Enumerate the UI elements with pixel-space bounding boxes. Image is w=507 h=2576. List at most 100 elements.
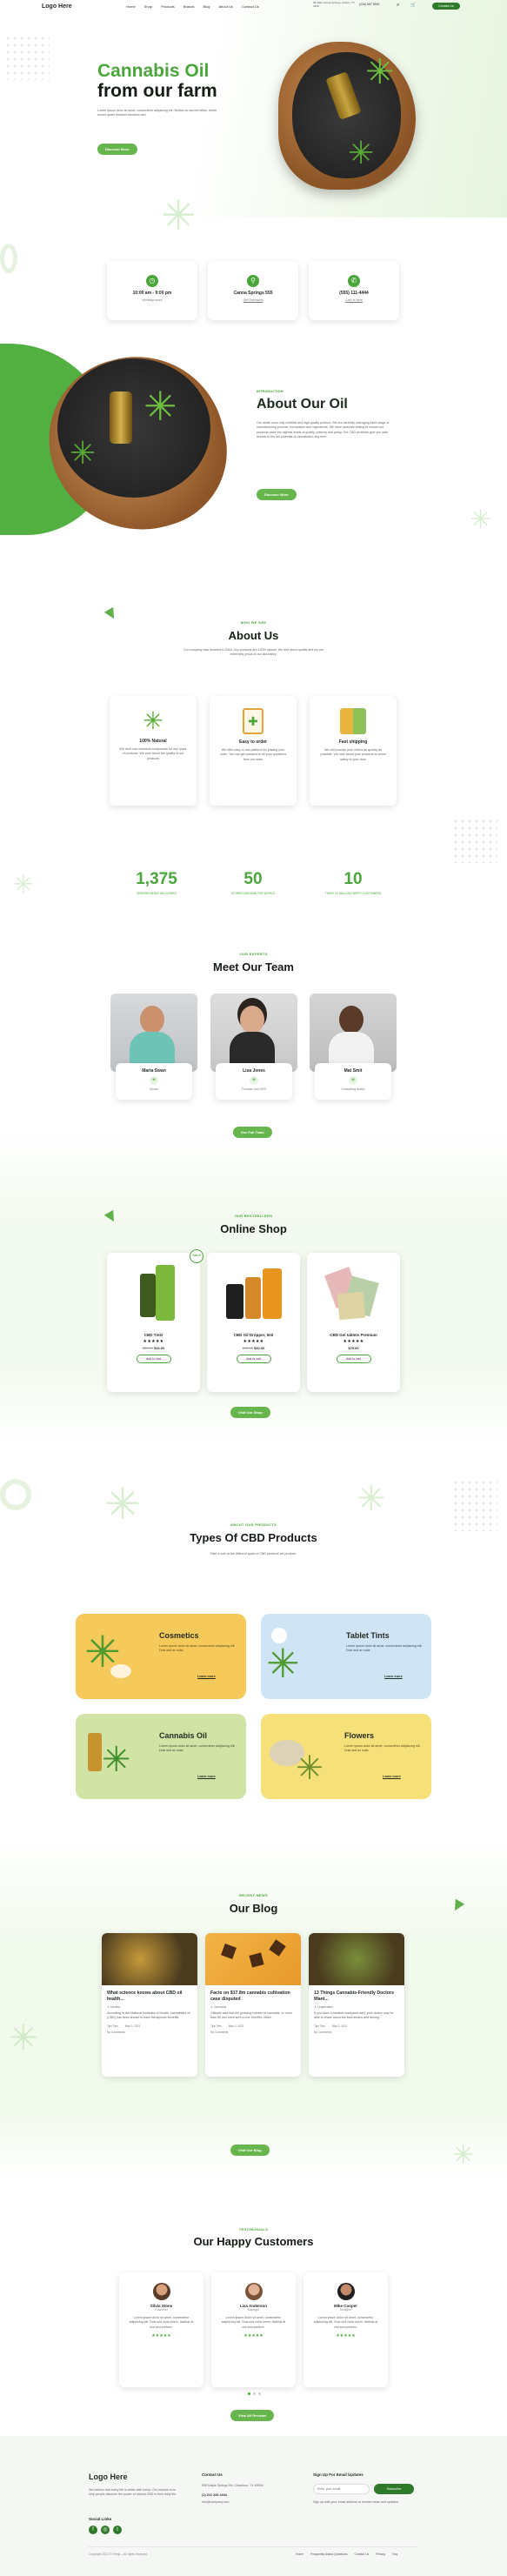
feature-natural-text: We don't use chemical compounds for any … [119, 747, 187, 760]
learn-more-link[interactable]: Learn more [197, 1775, 216, 1778]
product-price: $20.00 $16.00 [142, 1346, 165, 1350]
blog-meta: Tips Tars May 3, 2021 [107, 2024, 141, 2029]
stat-customers: 10 TIMES 10 MILLION HAPPY CUSTOMERS [310, 870, 397, 895]
stat-customers-number: 10 [344, 870, 363, 888]
blog-post-title[interactable]: 13 Things Cannabis-Friendly Doctors Want… [314, 1991, 399, 2003]
main-nav: Home Shop Products Brands Blog About Us … [126, 4, 259, 9]
product-card[interactable]: CBD Gel tablets Premium ★★★★★ $79.00 Add… [307, 1253, 400, 1392]
twitter-icon[interactable]: t [113, 2526, 122, 2534]
blog-post-card[interactable]: 13 Things Cannabis-Friendly Doctors Want… [309, 1933, 404, 2077]
nav-products[interactable]: Products [161, 4, 175, 9]
footer-link-faq[interactable]: Faq [392, 2553, 397, 2556]
nav-contact[interactable]: Contact Us [242, 4, 259, 9]
type-card-tablet-tints[interactable]: ✳ Tablet Tints Lorem ipsum dolor sit ame… [261, 1614, 431, 1699]
subscribe-button[interactable]: Subscribe [374, 2484, 414, 2494]
email-field[interactable] [313, 2484, 370, 2494]
get-directions-link[interactable]: Get Directions [208, 298, 298, 302]
location-pin-icon: ⚲ [247, 275, 259, 287]
cannabis-leaf-icon: ✳ [102, 1741, 131, 1779]
product-name: CBD Gel tablets Premium [330, 1333, 377, 1337]
avatar [244, 2283, 263, 2300]
hero-discover-button[interactable]: Discover More [97, 144, 137, 155]
leaf-decoration-icon: ✳ [9, 2019, 38, 2057]
see-full-team-button[interactable]: See Full Team [233, 1127, 272, 1138]
facebook-icon[interactable]: f [89, 2526, 97, 2534]
footer-link-contact[interactable]: Contact Us [354, 2553, 369, 2556]
blog-comments[interactable]: No Comments [107, 2031, 192, 2034]
intro-plate [57, 358, 210, 498]
footer-links: Home Frequently Asked Questions Contact … [296, 2553, 397, 2556]
blog-post-card[interactable]: What science knows about CBD oil health.… [102, 1933, 197, 2077]
search-icon[interactable]: ⌕ [397, 3, 399, 9]
intro-discover-button[interactable]: Discover More [257, 489, 297, 500]
info-card-location: ⚲ Canna Springs 555 Get Directions [208, 261, 298, 320]
nav-blog[interactable]: Blog [203, 4, 210, 9]
info-card-phone: ✆ (555) 111-4444 Call Us Now [309, 261, 399, 320]
rating-stars: ★★★★★ [243, 2333, 264, 2339]
carousel-dot[interactable] [248, 2392, 250, 2395]
product-card[interactable]: CBD Oil Dropper, 5ml ★★★★★ $42.00 $40.00… [207, 1253, 300, 1392]
type-card-flowers[interactable]: ✳ Flowers Lorem ipsum dolor sit amet, co… [261, 1714, 431, 1799]
blog-post-title[interactable]: What science knows about CBD oil health.… [107, 1991, 192, 2003]
header-contact-button[interactable]: Contact Us [432, 3, 460, 10]
footer-logo[interactable]: Logo Here [89, 2472, 128, 2481]
footer-link-privacy[interactable]: Privacy [376, 2553, 385, 2556]
cannabis-leaf-icon: ✳ [348, 135, 375, 171]
learn-more-link[interactable]: Learn more [197, 1675, 216, 1678]
dots-decoration [4, 35, 50, 80]
leaf-decoration-icon: ✳ [470, 505, 492, 534]
nav-brands[interactable]: Brands [183, 4, 195, 9]
hero-title-dark: from our farm [97, 81, 217, 101]
visit-blog-button[interactable]: Visit Our Blog [230, 2144, 270, 2156]
stat-orders: 1,375 ORDERS BEING DELIVERED [117, 870, 196, 895]
footer-signup-title: Sign Up For Email Updates [313, 2472, 364, 2477]
nav-home[interactable]: Home [126, 4, 136, 9]
nav-about[interactable]: About Us [219, 4, 233, 9]
carousel-dot[interactable] [258, 2392, 261, 2395]
add-to-cart-button[interactable]: Add to cart [136, 1355, 171, 1363]
team-name: Lisa Jones [243, 1068, 265, 1074]
social-links: f ◎ t [89, 2526, 122, 2534]
triangle-decoration [103, 606, 119, 622]
leaf-icon: ✳ [250, 1076, 258, 1085]
blog-excerpt: If you have a medical marijuana card, yo… [314, 2011, 394, 2019]
testimonial-card: Silvia Stone Customer Lorem ipsum dolor … [119, 2272, 203, 2387]
testimonial-text: Lorem ipsum dolor sit amet, consectetur … [313, 2316, 378, 2329]
add-to-cart-button[interactable]: Add to cart [236, 1355, 271, 1363]
visit-shop-button[interactable]: Visit Our Shop [230, 1407, 270, 1418]
footer-link-faq-full[interactable]: Frequently Asked Questions [310, 2553, 347, 2556]
logo[interactable]: Logo Here [42, 3, 72, 10]
about-title: About Us [228, 629, 279, 642]
blog-post-card[interactable]: Facts on $17.8m cannabis cultivation cas… [205, 1933, 301, 2077]
type-card-cosmetics[interactable]: ✳ Cosmetics Lorem ipsum dolor sit amet, … [76, 1614, 246, 1699]
instagram-icon[interactable]: ◎ [101, 2526, 110, 2534]
rating-stars: ★★★★★ [243, 1339, 264, 1344]
call-us-link[interactable]: Call Us Now [309, 298, 399, 302]
info-hours-sub: Working hours [142, 298, 163, 302]
footer-link-home[interactable]: Home [296, 2553, 304, 2556]
nav-shop[interactable]: Shop [144, 4, 152, 9]
intro-oil-bottle [110, 391, 132, 444]
testimonial-card: Mike Cooper Designer Lorem ipsum dolor s… [304, 2272, 388, 2387]
blog-comments[interactable]: No Comments [314, 2031, 399, 2034]
feature-card-shipping: Fast shipping We will process your order… [310, 696, 397, 806]
team-photo [210, 994, 297, 1072]
view-reviews-button[interactable]: View All Reviews [230, 2410, 275, 2421]
product-card[interactable]: SALE CBD Tintz ★★★★★ $20.00 $16.00 Add t… [107, 1249, 203, 1392]
learn-more-link[interactable]: Learn more [383, 1775, 401, 1778]
blog-title: Our Blog [229, 1902, 278, 1915]
blog-comments[interactable]: No Comments [210, 2031, 296, 2034]
add-to-cart-button[interactable]: Add to cart [336, 1355, 371, 1363]
footer-email[interactable]: info@company.com [202, 2500, 230, 2505]
team-role: Founder and CEO [241, 1087, 267, 1091]
cannabis-leaf-icon: ✳ [143, 707, 163, 734]
blog-post-title[interactable]: Facts on $17.8m cannabis cultivation cas… [210, 1991, 296, 2003]
carousel-dot[interactable] [253, 2392, 256, 2395]
type-card-cannabis-oil[interactable]: ✳ Cannabis Oil Lorem ipsum dolor sit ame… [76, 1714, 246, 1799]
footer-phone[interactable]: (1) 222 333 4444 [202, 2493, 227, 2497]
team-card: Mat Smit ✳ Consulting doctor [315, 1063, 391, 1100]
learn-more-link[interactable]: Learn more [384, 1675, 403, 1678]
cart-icon[interactable]: 🛒 [410, 3, 416, 8]
type-title: Flowers [344, 1731, 375, 1740]
rating-stars: ★★★★★ [143, 1339, 164, 1344]
